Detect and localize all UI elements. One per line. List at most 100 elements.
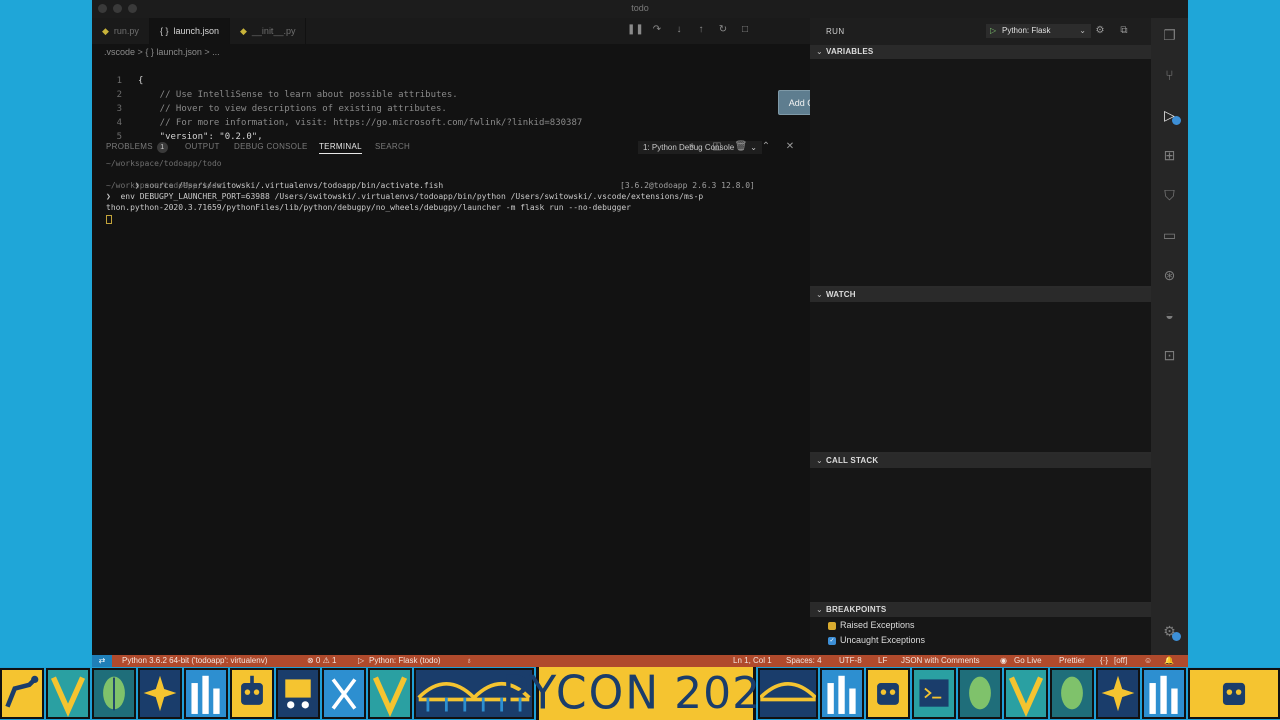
pycon-2020-logo: PYCON 2020 bbox=[502, 667, 789, 720]
files-icon[interactable]: ❐ bbox=[1151, 22, 1188, 48]
terminal-line: ❯ env DEBUGPY_LAUNCHER_PORT=63988 /Users… bbox=[106, 192, 704, 201]
pycon-word: PYCON bbox=[501, 667, 661, 720]
notifications-bell-icon[interactable]: 🔔 bbox=[1164, 655, 1174, 667]
run-debug-icon[interactable]: ▷ bbox=[1151, 102, 1188, 128]
folder-icon[interactable]: ▭ bbox=[1151, 222, 1188, 248]
problems-indicator[interactable]: ⊗ 0 ⚠ 1 bbox=[307, 655, 336, 667]
step-into-icon[interactable]: ↓ bbox=[671, 22, 687, 38]
maximize-panel-icon[interactable]: ⌃ bbox=[759, 140, 773, 154]
python-interpreter[interactable]: Python 3.6.2 64-bit ('todoapp': virtuale… bbox=[122, 655, 267, 667]
terminal-line: ❯ source /Users/switowski/.virtualenvs/t… bbox=[134, 181, 755, 190]
debug-toolbar: ❚❚ ↷ ↓ ↑ ↻ □ bbox=[627, 22, 753, 38]
robot-tile-graphic bbox=[230, 668, 274, 719]
variables-section: ⌄ VARIABLES bbox=[810, 45, 1151, 286]
source-control-icon[interactable]: ⑂ bbox=[1151, 62, 1188, 88]
go-live-button[interactable]: Go Live bbox=[1014, 655, 1042, 667]
section-header[interactable]: ⌄ VARIABLES bbox=[810, 45, 1151, 59]
toggle-off-status[interactable]: [off] bbox=[1114, 655, 1127, 667]
gear-icon[interactable]: ⚙ bbox=[1093, 24, 1107, 38]
robot-tile-graphic bbox=[1188, 668, 1280, 719]
new-terminal-icon[interactable]: + bbox=[685, 140, 699, 154]
step-out-icon[interactable]: ↑ bbox=[693, 22, 709, 38]
tab-init-py[interactable]: ◆ __init__.py bbox=[230, 18, 307, 44]
tab-run-py[interactable]: ◆ run.py bbox=[92, 18, 150, 44]
language-mode[interactable]: JSON with Comments bbox=[901, 655, 980, 667]
run-label: RUN bbox=[826, 27, 845, 36]
play-icon[interactable]: ▷ bbox=[990, 24, 996, 38]
v-tile-graphic bbox=[368, 668, 412, 719]
leaf-tile-graphic bbox=[92, 668, 136, 719]
code-line: 2 // Use IntelliSense to learn about pos… bbox=[116, 90, 458, 100]
manage-gear-icon[interactable]: ⚙ bbox=[1151, 618, 1188, 644]
line-endings[interactable]: LF bbox=[878, 655, 887, 667]
braces-icon[interactable]: {·} bbox=[1100, 655, 1108, 667]
status-bar: ⇄ Python 3.6.2 64-bit ('todoapp': virtua… bbox=[92, 655, 1188, 667]
stop-icon[interactable]: □ bbox=[737, 22, 753, 38]
tab-debug-console[interactable]: DEBUG CONSOLE bbox=[234, 142, 308, 151]
code-editor[interactable]: 1{ 2 // Use IntelliSense to learn about … bbox=[92, 60, 810, 142]
breadcrumb-more[interactable]: ... bbox=[212, 47, 220, 57]
restart-icon[interactable]: ↻ bbox=[715, 22, 731, 38]
python-file-icon: ◆ bbox=[240, 25, 247, 36]
breakpoints-section: ⌄ BREAKPOINTS Raised Exceptions ✓ Uncaugh… bbox=[810, 603, 1151, 655]
debug-console-icon[interactable]: ⧉ bbox=[1117, 24, 1131, 38]
breakpoint-uncaught-exceptions[interactable]: ✓ Uncaught Exceptions bbox=[810, 633, 1151, 648]
tab-problems[interactable]: PROBLEMS 1 bbox=[106, 142, 168, 153]
breadcrumb-folder[interactable]: .vscode bbox=[104, 47, 135, 57]
debug-config-status[interactable]: Python: Flask (todo) bbox=[369, 655, 441, 667]
section-header[interactable]: ⌄ WATCH bbox=[810, 288, 1151, 302]
close-icon[interactable]: ✕ bbox=[783, 140, 797, 154]
tab-search[interactable]: SEARCH bbox=[375, 142, 410, 151]
tab-terminal[interactable]: TERMINAL bbox=[319, 142, 362, 154]
extensions-icon[interactable]: ⊞ bbox=[1151, 142, 1188, 168]
chevron-down-icon: ⌄ bbox=[816, 605, 823, 614]
bookmark-icon[interactable]: ⛉ bbox=[1151, 182, 1188, 208]
breadcrumb-file[interactable]: { } launch.json bbox=[145, 47, 202, 57]
checkbox-checked[interactable]: ✓ bbox=[828, 636, 836, 645]
chevron-down-icon: ⌄ bbox=[816, 47, 823, 56]
section-header[interactable]: ⌄ CALL STACK bbox=[810, 454, 1151, 468]
encoding[interactable]: UTF-8 bbox=[839, 655, 862, 667]
tab-label: __init__.py bbox=[251, 26, 296, 36]
section-header[interactable]: ⌄ BREAKPOINTS bbox=[810, 603, 1151, 617]
bars-tile-graphic bbox=[184, 668, 228, 719]
tab-launch-json[interactable]: { } launch.json bbox=[149, 18, 230, 44]
json-file-icon: { } bbox=[159, 26, 169, 36]
v-tile-graphic bbox=[46, 668, 90, 719]
remote-explorer-icon[interactable]: ⊡ bbox=[1151, 342, 1188, 368]
broadcast-icon[interactable]: ◉ bbox=[1000, 655, 1007, 667]
snake-tile-graphic bbox=[0, 668, 44, 719]
watch-section: ⌄ WATCH bbox=[810, 288, 1151, 452]
tab-label: launch.json bbox=[173, 26, 219, 36]
cursor-position[interactable]: Ln 1, Col 1 bbox=[733, 655, 772, 667]
chevron-down-icon: ⌄ bbox=[816, 456, 823, 465]
bell-icon[interactable]: ♁ bbox=[466, 655, 472, 667]
python-file-icon: ◆ bbox=[102, 25, 109, 36]
terminal-cursor bbox=[106, 215, 112, 224]
prettier-status[interactable]: Prettier bbox=[1059, 655, 1085, 667]
debug-config-select[interactable]: ▷ Python: Flask ⌄ bbox=[986, 24, 1091, 38]
feedback-icon[interactable]: ☺ bbox=[1144, 655, 1152, 667]
call-stack-section: ⌄ CALL STACK bbox=[810, 454, 1151, 602]
indentation[interactable]: Spaces: 4 bbox=[786, 655, 822, 667]
trash-icon[interactable]: 🗑 bbox=[734, 140, 748, 154]
git-graph-icon[interactable]: ⊛ bbox=[1151, 262, 1188, 288]
bars-tile-graphic bbox=[1142, 668, 1186, 719]
code-line: 5 "version": "0.2.0", bbox=[116, 132, 263, 142]
breakpoint-raised-exceptions[interactable]: Raised Exceptions bbox=[810, 618, 1151, 633]
remote-icon[interactable]: ⇄ bbox=[92, 655, 112, 667]
split-terminal-icon[interactable]: ◫ bbox=[710, 140, 724, 154]
run-header: RUN ▷ Python: Flask ⌄ ⚙ ⧉ bbox=[810, 18, 1151, 44]
robot-tile-graphic bbox=[866, 668, 910, 719]
vscode-window: todo ◆ run.py { } launch.json ◆ __init__… bbox=[92, 0, 1188, 667]
step-over-icon[interactable]: ↷ bbox=[649, 22, 665, 38]
checkbox[interactable] bbox=[828, 621, 836, 630]
play-icon[interactable]: ▷ bbox=[358, 655, 364, 667]
code-line: 1{ bbox=[116, 76, 144, 86]
tab-output[interactable]: OUTPUT bbox=[185, 142, 220, 151]
docker-icon[interactable]: ◒ bbox=[1151, 302, 1188, 328]
pause-icon[interactable]: ❚❚ bbox=[627, 22, 644, 38]
bridge-tile-graphic bbox=[758, 668, 818, 719]
code-line: 4 // For more information, visit: https:… bbox=[116, 118, 583, 128]
terminal-output[interactable]: ~/workspace/todoapp/todo ❯ source /Users… bbox=[106, 158, 806, 224]
